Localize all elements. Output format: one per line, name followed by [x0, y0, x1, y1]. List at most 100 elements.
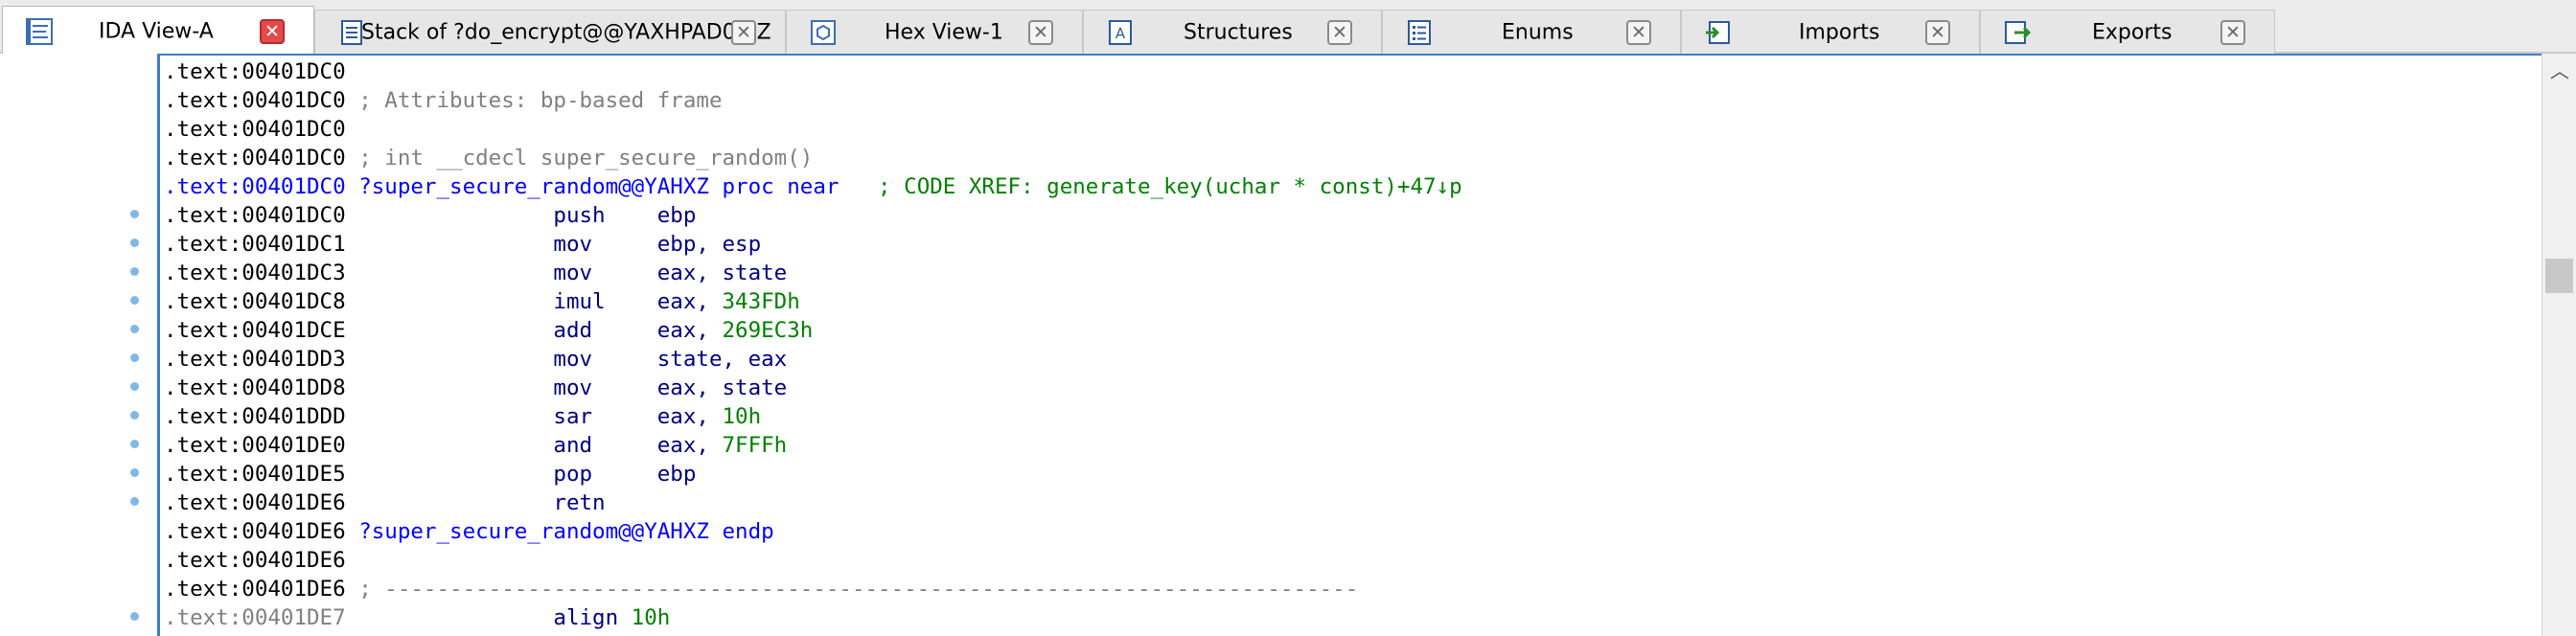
listing-line[interactable]: .text:00401DDD sar eax, 10h [164, 402, 761, 431]
mnemonic: mov [345, 261, 657, 285]
tab-label: Enums [1502, 20, 1574, 44]
listing-line[interactable]: .text:00401DD3 mov state, eax [164, 345, 787, 374]
operand: eax, state [656, 261, 788, 285]
breakpoint-dot[interactable] [130, 210, 139, 218]
breakpoint-dot[interactable] [130, 325, 139, 333]
disassembly-listing[interactable]: .text:00401DC0 .text:00401DC0 ; Attribute… [157, 54, 2542, 636]
listing-line[interactable]: .text:00401DE6 retn [164, 488, 606, 517]
listing-line[interactable]: .text:00401DCE add eax, 269EC3h [164, 316, 813, 345]
listing-line[interactable]: .text:00401DD8 mov eax, state [164, 374, 787, 402]
scroll-up-icon[interactable]: ︿ [2542, 57, 2576, 84]
listing-line[interactable]: .text:00401DC1 mov ebp, esp [164, 230, 761, 259]
operand: eax, [656, 404, 723, 429]
listing-line[interactable]: .text:00401DE6 ; -----------------------… [164, 575, 1358, 603]
code-xref: ; CODE XREF: generate_key(uchar * const)… [839, 174, 1462, 199]
imports-icon [1703, 17, 1734, 48]
close-icon[interactable]: ✕ [260, 18, 285, 44]
listing-line[interactable]: .text:00401DE6 [164, 546, 346, 575]
mnemonic: push [345, 203, 657, 228]
comment: ; Attributes: bp-based frame [345, 88, 723, 113]
ida-view-a-panel: .text:00401DC0 .text:00401DC0 ; Attribute… [0, 54, 2576, 636]
structures-icon: A [1105, 17, 1136, 48]
listing-line[interactable]: .text:00401DC8 imul eax, 343FDh [164, 287, 800, 316]
listing-line[interactable]: .text:00401DC0 [164, 57, 346, 86]
close-icon[interactable]: ✕ [731, 19, 756, 45]
operand: eax, [656, 433, 723, 458]
tab-label: Hex View-1 [885, 20, 1003, 44]
mnemonic: mov [345, 232, 657, 257]
listing-line[interactable]: .text:00401DE5 pop ebp [164, 460, 696, 488]
line-address: .text:00401DC0 [164, 88, 346, 113]
breakpoint-dot[interactable] [130, 612, 139, 621]
immediate-value: 269EC3h [722, 318, 814, 343]
breakpoint-dot[interactable] [130, 267, 139, 276]
line-address: .text:00401DCE [164, 318, 346, 343]
line-address: .text:00401DC0 [164, 174, 346, 199]
immediate-value: 10h [722, 404, 762, 429]
tab-enums[interactable]: Enums ✕ [1382, 10, 1681, 54]
breakpoint-dot[interactable] [130, 296, 139, 305]
listing-line[interactable]: .text:00401DE7 align 10h [164, 603, 670, 632]
mnemonic: pop [345, 462, 657, 487]
line-address: .text:00401DC0 [164, 59, 346, 84]
line-address: .text:00401DDD [164, 404, 346, 429]
disassembly-view-icon [24, 16, 55, 47]
line-address: .text:00401DE6 [164, 519, 346, 544]
tab-hex-view-1[interactable]: Hex View-1 ✕ [786, 10, 1083, 54]
line-address: .text:00401DD8 [164, 375, 346, 400]
mnemonic: mov [345, 375, 657, 400]
tab-label: Structures [1184, 20, 1293, 44]
line-address: .text:00401DC3 [164, 261, 346, 285]
svg-text:A: A [1116, 25, 1126, 42]
line-address: .text:00401DD3 [164, 347, 346, 372]
mnemonic: sar [345, 404, 657, 429]
breakpoint-dot[interactable] [130, 382, 139, 391]
enums-icon [1404, 17, 1435, 48]
breakpoint-dot[interactable] [130, 353, 139, 362]
close-icon[interactable]: ✕ [2220, 19, 2245, 45]
mnemonic: and [345, 433, 657, 458]
hex-view-icon [808, 17, 839, 48]
listing-line[interactable]: .text:00401DC0 ?super_secure_random@@YAH… [164, 172, 1462, 201]
operand: eax, [656, 318, 723, 343]
tab-structures[interactable]: A Structures ✕ [1083, 10, 1382, 54]
line-address: .text:00401DC8 [164, 289, 346, 314]
line-address: .text:00401DC0 [164, 117, 346, 142]
function-name: ?super_secure_random@@YAHXZ proc near [345, 174, 840, 199]
close-icon[interactable]: ✕ [1327, 19, 1352, 45]
tab-bar: IDA View-A ✕ Stack of ?do_encrypt@@YAXHPAD… [0, 0, 2576, 56]
line-address: .text:00401DE0 [164, 433, 346, 458]
close-icon[interactable]: ✕ [1626, 19, 1651, 45]
mnemonic: mov [345, 347, 657, 372]
listing-line[interactable]: .text:00401DC3 mov eax, state [164, 259, 787, 287]
listing-line[interactable]: .text:00401DE6 ?super_secure_random@@YAH… [164, 517, 774, 546]
tab-exports[interactable]: Exports ✕ [1980, 10, 2275, 54]
tab-label: IDA View-A [99, 19, 214, 43]
operand: eax, [656, 289, 723, 314]
listing-line[interactable]: .text:00401DC0 [164, 115, 346, 144]
breakpoint-dot[interactable] [130, 238, 139, 247]
breakpoint-dot[interactable] [130, 411, 139, 420]
line-address: .text:00401DE6 [164, 577, 346, 602]
listing-line[interactable]: .text:00401DC0 ; Attributes: bp-based fr… [164, 86, 723, 115]
close-icon[interactable]: ✕ [1925, 19, 1950, 45]
breakpoint-dot[interactable] [130, 440, 139, 448]
vertical-scrollbar[interactable]: ︿ [2542, 54, 2576, 636]
tab-imports[interactable]: Imports ✕ [1681, 10, 1980, 54]
listing-line[interactable]: .text:00401DE0 and eax, 7FFFh [164, 431, 787, 460]
close-icon[interactable]: ✕ [1028, 19, 1053, 45]
scroll-thumb[interactable] [2545, 259, 2573, 293]
breakpoint-dot[interactable] [130, 468, 139, 477]
listing-line[interactable]: .text:00401DC0 ; int __cdecl super_secur… [164, 144, 813, 172]
line-address: .text:00401DE6 [164, 548, 346, 573]
listing-line[interactable]: .text:00401DC0 push ebp [164, 201, 696, 230]
breakpoint-dot[interactable] [130, 497, 139, 506]
line-address: .text:00401DC0 [164, 146, 346, 170]
function-name: ?super_secure_random@@YAHXZ endp [345, 519, 774, 544]
tab-stack-of-do-encrypt-yaxhpad0-z[interactable]: Stack of ?do_encrypt@@YAXHPAD0@Z ✕ [314, 10, 786, 54]
comment: ; int __cdecl super_secure_random() [345, 146, 814, 170]
tab-ida-view-a[interactable]: IDA View-A ✕ [2, 6, 314, 56]
line-address: .text:00401DC0 [164, 203, 346, 228]
line-address: .text:00401DE6 [164, 490, 346, 515]
immediate-value: 343FDh [722, 289, 800, 314]
